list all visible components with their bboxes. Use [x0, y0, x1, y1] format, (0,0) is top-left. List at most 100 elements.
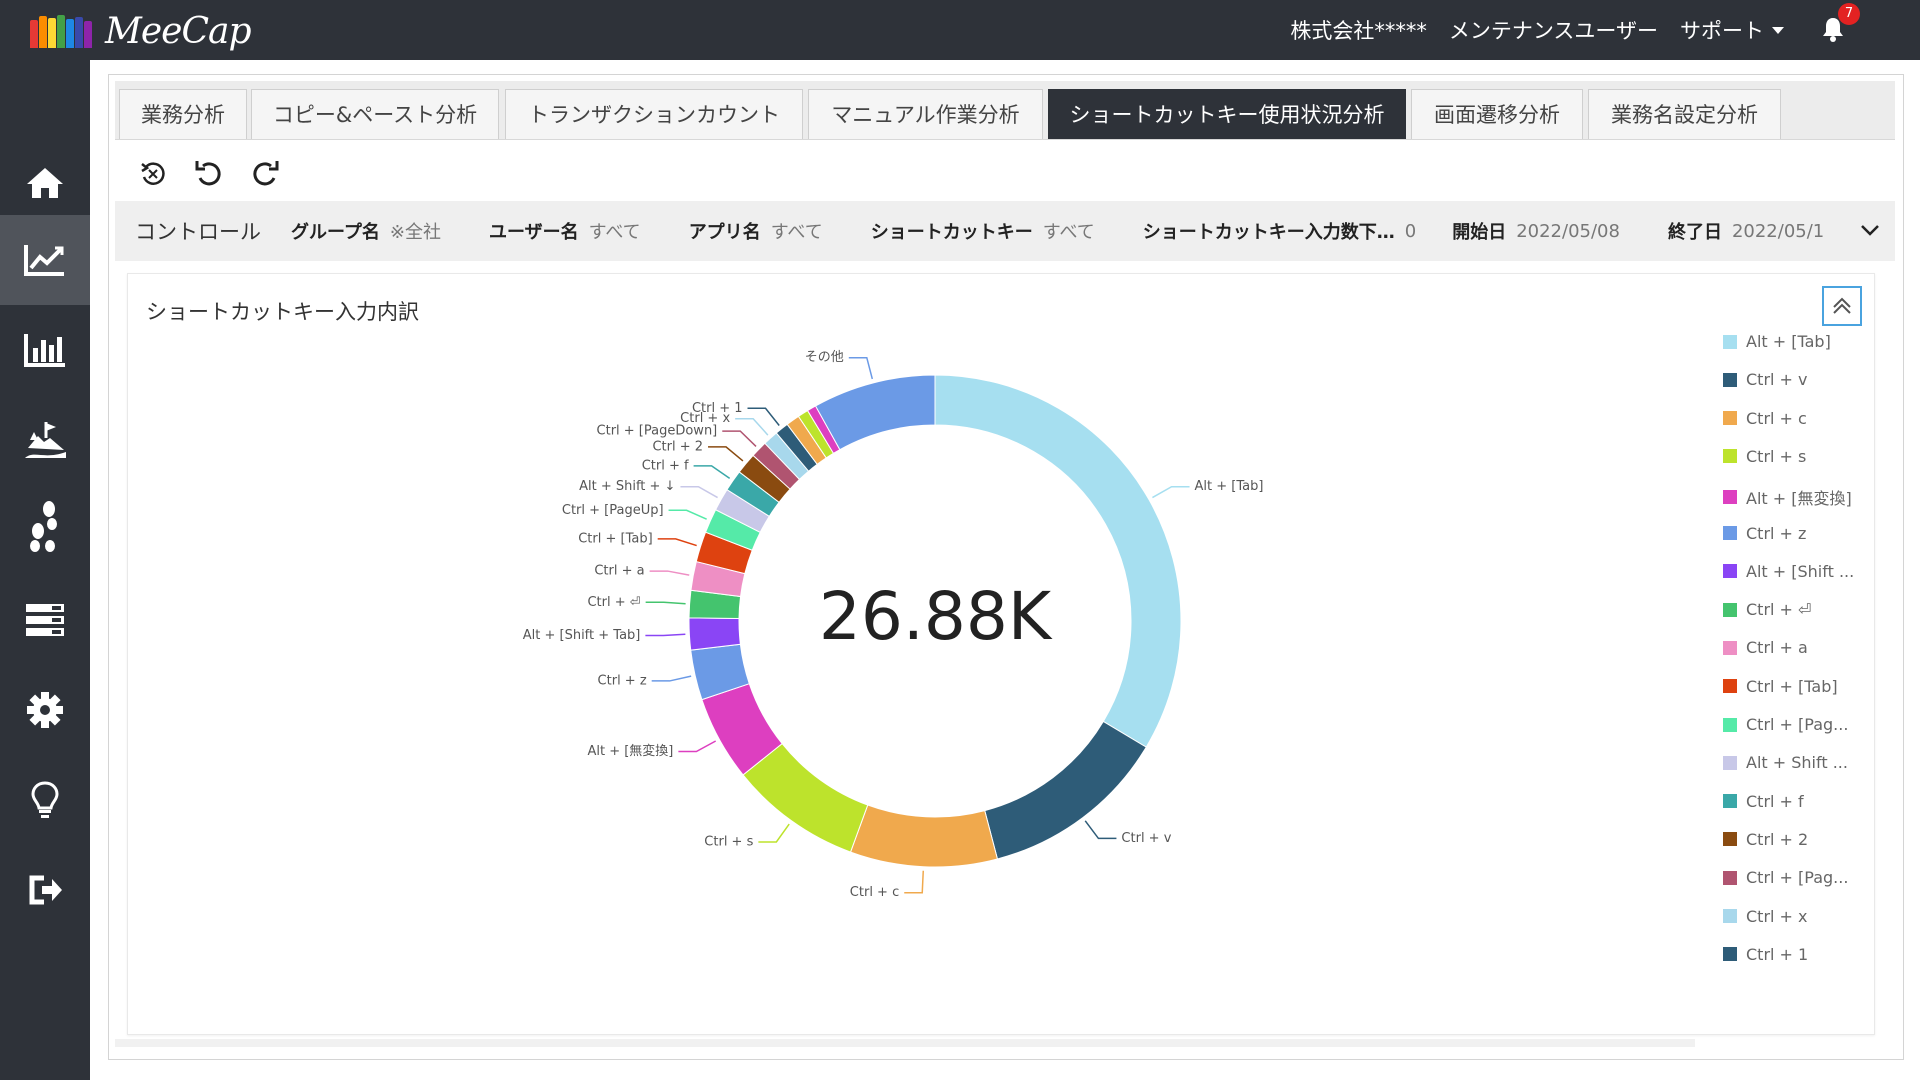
legend-item[interactable]: Ctrl + v [1723, 370, 1808, 389]
support-menu[interactable]: サポート [1680, 15, 1784, 45]
horizontal-scrollbar[interactable] [115, 1039, 1695, 1047]
end-date-value: 2022/05/1 [1731, 220, 1825, 242]
legend-item[interactable]: Ctrl + 1 [1723, 945, 1808, 964]
start-date-filter[interactable]: 開始日 2022/05/08 [1452, 218, 1620, 244]
legend-item[interactable]: Ctrl + s [1723, 447, 1806, 466]
donut-slice[interactable] [934, 374, 1182, 748]
legend-item[interactable]: Ctrl + c [1723, 409, 1807, 428]
sidebar-item-bar-chart[interactable] [0, 305, 90, 395]
control-title: コントロール [135, 220, 261, 244]
shortcut-key-filter-value: すべて [1042, 222, 1095, 243]
legend-item[interactable]: Alt + Shift ... [1723, 753, 1848, 772]
user-filter-value: すべて [588, 222, 641, 243]
legend-item[interactable]: Ctrl + 2 [1723, 830, 1808, 849]
reset-button[interactable] [129, 151, 177, 195]
slice-label-leader [904, 870, 925, 894]
slice-label: Ctrl + a [594, 564, 644, 579]
legend-swatch [1723, 870, 1737, 885]
legend-swatch [1723, 755, 1737, 770]
legend-label: Ctrl + v [1746, 370, 1808, 390]
tab-screen-transition-analysis[interactable]: 画面遷移分析 [1411, 89, 1583, 139]
slice-label: Ctrl + 2 [652, 439, 703, 454]
tab-transaction-count[interactable]: トランザクションカウント [505, 89, 803, 139]
redo-button[interactable] [241, 151, 289, 195]
legend-item[interactable]: Alt + [無変換] [1723, 485, 1852, 509]
notification-button[interactable]: 7 [1820, 3, 1860, 45]
control-bar: コントロール グループ名 ※全社 ユーザー名 すべて アプリ名 すべて ショートカット… [115, 201, 1895, 261]
legend-item[interactable]: Ctrl + x [1723, 907, 1808, 926]
toolbar [129, 151, 297, 195]
donut-slice[interactable] [688, 617, 741, 651]
slice-label-leader [758, 823, 790, 843]
slice-label: Ctrl + z [598, 673, 647, 688]
legend-item[interactable]: Ctrl + [Pag... [1723, 868, 1848, 887]
sidebar-item-logout[interactable] [0, 845, 90, 935]
meecap-logo[interactable]: MeeCap [30, 10, 252, 52]
tab-shortcut-key-analysis[interactable]: ショートカットキー使用状況分析 [1048, 89, 1406, 139]
slice-label-leader [678, 740, 717, 753]
sidebar-item-tips[interactable] [0, 755, 90, 845]
tab-task-name-analysis[interactable]: 業務名設定分析 [1588, 89, 1781, 139]
top-bar: MeeCap 株式会社***** メンテナンスユーザー サポート 7 [0, 0, 1920, 60]
shortcut-breakdown-card: ショートカットキー入力内訳 Alt + [Tab] Ctrl + v Ctrl + … [127, 273, 1875, 1035]
tab-manual-work-analysis[interactable]: マニュアル作業分析 [808, 89, 1043, 139]
notification-badge: 7 [1838, 3, 1860, 25]
analysis-tabs: 業務分析 コピー&ペースト分析 トランザクションカウント マニュアル作業分析 シ… [115, 81, 1895, 140]
end-date-label: 終了日 [1667, 222, 1722, 243]
app-filter[interactable]: アプリ名 すべて [689, 218, 823, 244]
legend-swatch [1723, 794, 1737, 809]
collapse-button[interactable] [1822, 286, 1862, 326]
tab-business-analysis[interactable]: 業務分析 [119, 89, 247, 139]
server-list-icon [26, 604, 64, 636]
slice-label-leader [651, 675, 692, 682]
slice-label-leader [1084, 820, 1117, 840]
legend-label: Ctrl + [Pag... [1746, 715, 1849, 734]
sidebar-item-server-list[interactable] [0, 575, 90, 665]
slice-label: Ctrl + c [850, 885, 899, 900]
slice-label: Ctrl + s [704, 834, 753, 849]
footsteps-icon [30, 501, 57, 552]
legend-label: Ctrl + 2 [1746, 829, 1809, 849]
gear-icon [27, 692, 63, 728]
legend-item[interactable]: Alt + [Tab] [1723, 332, 1831, 351]
slice-label-leader [680, 485, 718, 499]
user-filter-label: ユーザー名 [489, 222, 579, 243]
expand-controls-icon[interactable] [1859, 219, 1881, 241]
slice-label: その他 [805, 350, 844, 365]
chevron-up-icon [1833, 297, 1851, 314]
donut-slice[interactable] [849, 804, 999, 868]
sidebar-item-settings[interactable] [0, 665, 90, 755]
legend-item[interactable]: Ctrl + [Pag... [1723, 715, 1848, 734]
line-chart-icon [24, 245, 64, 276]
sidebar-item-landscape[interactable] [0, 395, 90, 485]
legend-item[interactable]: Ctrl + a [1723, 638, 1808, 657]
bar-chart-icon [24, 334, 65, 367]
sidebar-item-analysis[interactable] [0, 215, 90, 305]
sidebar-item-footsteps[interactable] [0, 485, 90, 575]
tab-copy-paste-analysis[interactable]: コピー&ペースト分析 [251, 89, 499, 139]
donut-slice[interactable] [814, 374, 936, 451]
user-filter[interactable]: ユーザー名 すべて [489, 218, 641, 244]
legend-item[interactable]: Ctrl + f [1723, 792, 1804, 811]
slice-label-leader [735, 417, 769, 436]
start-date-label: 開始日 [1452, 222, 1507, 243]
legend-label: Ctrl + x [1746, 906, 1808, 926]
legend-label: Ctrl + 1 [1746, 944, 1809, 964]
legend-item[interactable]: Ctrl + z [1723, 524, 1806, 543]
group-filter[interactable]: グループ名 ※全社 [291, 218, 441, 244]
shortcut-key-filter[interactable]: ショートカットキー すべて [871, 218, 1095, 244]
legend-item[interactable]: Alt + [Shift ... [1723, 562, 1854, 581]
support-label: サポート [1680, 19, 1764, 43]
legend-label: Alt + [Shift ... [1746, 561, 1855, 581]
legend-item[interactable]: Ctrl + ⏎ [1723, 600, 1811, 619]
user-name[interactable]: メンテナンスユーザー [1449, 15, 1658, 45]
legend-swatch [1723, 640, 1737, 655]
app-filter-value: すべて [770, 222, 823, 243]
end-date-filter[interactable]: 終了日 2022/05/1 [1668, 218, 1824, 244]
legend-item[interactable]: Ctrl + [Tab] [1723, 677, 1838, 696]
input-count-filter[interactable]: ショートカットキー入力数下… 0 [1143, 218, 1416, 244]
undo-button[interactable] [185, 151, 233, 195]
legend-swatch [1723, 947, 1737, 962]
slice-label-leader [848, 356, 874, 380]
legend-label: Alt + Shift ... [1746, 753, 1848, 773]
